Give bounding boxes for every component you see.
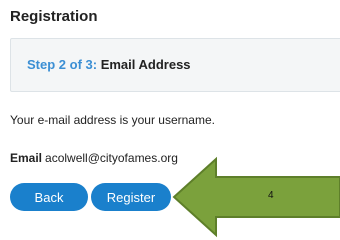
email-line: Email acolwell@cityofames.org	[10, 151, 178, 165]
back-button[interactable]: Back	[10, 183, 88, 211]
step-text: Step 2 of 3: Email Address	[27, 57, 191, 72]
callout-number: 4	[268, 190, 274, 201]
registration-page: Registration Step 2 of 3: Email Address …	[0, 0, 340, 240]
register-button[interactable]: Register	[91, 183, 171, 211]
step-prefix: Step 2 of 3:	[27, 57, 98, 72]
step-name: Email Address	[100, 57, 191, 72]
email-label: Email	[10, 151, 43, 165]
page-title: Registration	[10, 8, 98, 25]
info-text: Your e-mail address is your username.	[10, 113, 215, 127]
step-indicator: Step 2 of 3: Email Address	[10, 38, 340, 92]
email-value: acolwell@cityofames.org	[45, 151, 178, 165]
